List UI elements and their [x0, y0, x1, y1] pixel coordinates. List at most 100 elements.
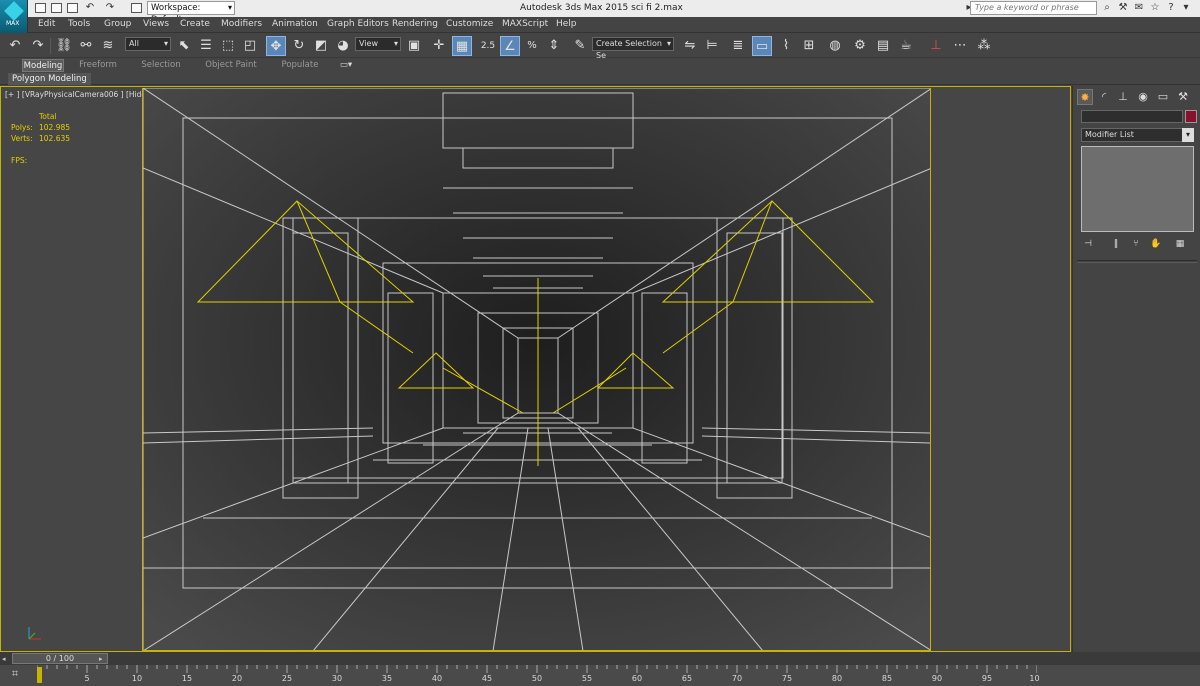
modify-tab-icon[interactable]: ◜: [1096, 89, 1112, 105]
vray-toolbar-icon[interactable]: ⊥: [926, 36, 946, 56]
material-editor-icon[interactable]: ◍: [825, 36, 845, 56]
pin-stack-icon[interactable]: ⊣: [1081, 238, 1095, 250]
menu-create[interactable]: Create: [180, 19, 210, 29]
stats-fps-label: FPS:: [11, 156, 28, 165]
angle-snap-icon[interactable]: ∠: [500, 36, 520, 56]
rendered-frame-window-icon[interactable]: ▤: [873, 36, 893, 56]
utilities-tab-icon[interactable]: ⚒: [1175, 89, 1191, 105]
help-question-icon[interactable]: ?: [1165, 2, 1177, 14]
timeline-tick-label: 55: [581, 674, 593, 683]
vray-lights-icon[interactable]: ⁂: [974, 36, 994, 56]
tab-freeform[interactable]: Freeform: [74, 59, 122, 72]
render-safe-frame: [142, 88, 931, 651]
menu-edit[interactable]: Edit: [38, 19, 55, 29]
select-and-link-icon[interactable]: ⛓: [54, 36, 74, 56]
object-name-field[interactable]: [1081, 110, 1183, 123]
mini-curve-editor-icon[interactable]: ⌗: [8, 667, 22, 681]
named-selection-sets-dropdown[interactable]: Create Selection Se: [592, 37, 674, 60]
select-and-rotate-icon[interactable]: ↻: [289, 36, 309, 56]
unlink-selection-icon[interactable]: ⚯: [76, 36, 96, 56]
workspace-dropdown[interactable]: Workspace: Default: [147, 1, 235, 25]
show-end-result-icon[interactable]: ‖: [1109, 238, 1123, 250]
menu-rendering[interactable]: Rendering: [392, 19, 438, 29]
snaps-toggle-icon[interactable]: 2.5: [478, 36, 498, 56]
redo-icon[interactable]: ↷: [104, 2, 116, 14]
select-manipulate-icon[interactable]: ✛: [429, 36, 449, 56]
polygon-modeling-panel[interactable]: Polygon Modeling: [8, 73, 91, 85]
render-production-icon[interactable]: ☕: [896, 36, 916, 56]
menu-modifiers[interactable]: Modifiers: [221, 19, 262, 29]
menu-tools[interactable]: Tools: [68, 19, 90, 29]
hierarchy-tab-icon[interactable]: ⊥: [1115, 89, 1131, 105]
create-tab-icon[interactable]: ✸: [1077, 89, 1093, 105]
object-color-swatch[interactable]: [1185, 110, 1197, 123]
communication-center-icon[interactable]: ✉: [1133, 2, 1145, 14]
track-bar[interactable]: ⌗ 5 10 15 20 25 30 35 40 45 50 55 60 65 70 75 80 85 90 95 1…: [0, 665, 1200, 686]
timeline-tick-label: 25: [281, 674, 293, 683]
select-by-name-icon[interactable]: ☰: [196, 36, 216, 56]
display-tab-icon[interactable]: ▭: [1155, 89, 1171, 105]
layer-manager-icon[interactable]: ≣: [728, 36, 748, 56]
mirror-icon[interactable]: ⇋: [680, 36, 700, 56]
tab-selection[interactable]: Selection: [136, 59, 186, 72]
app-logo-button[interactable]: MAX: [0, 0, 28, 33]
modifier-list-dropdown[interactable]: Modifier List: [1081, 128, 1194, 142]
make-unique-icon[interactable]: ⑂: [1129, 238, 1143, 250]
binoculars-icon[interactable]: ⌕: [1101, 2, 1113, 14]
previous-frame-icon[interactable]: ◂: [2, 654, 12, 664]
camera-viewport[interactable]: [+ ] [VRayPhysicalCamera006 ] [Hidden Li…: [0, 86, 1071, 652]
schematic-view-icon[interactable]: ⊞: [799, 36, 819, 56]
graphite-modeling-tools-icon[interactable]: ▭: [752, 36, 772, 56]
new-file-icon[interactable]: [35, 3, 46, 13]
align-icon[interactable]: ⊨: [702, 36, 722, 56]
window-crossing-icon[interactable]: ◰: [240, 36, 260, 56]
menu-help[interactable]: Help: [556, 19, 577, 29]
undo-icon[interactable]: ↶: [5, 36, 25, 56]
menu-maxscript[interactable]: MAXScript: [502, 19, 548, 29]
search-input[interactable]: Type a keyword or phrase: [970, 1, 1097, 15]
time-slider-handle[interactable]: 0 / 100: [12, 653, 108, 664]
tab-modeling[interactable]: Modeling: [22, 59, 64, 72]
save-file-icon[interactable]: [67, 3, 78, 13]
pivot-center-icon[interactable]: ▣: [404, 36, 424, 56]
tab-populate[interactable]: Populate: [276, 59, 324, 72]
spinner-snap-icon[interactable]: ⇕: [544, 36, 564, 56]
menu-animation[interactable]: Animation: [272, 19, 318, 29]
project-folder-icon[interactable]: [131, 3, 142, 13]
remove-modifier-icon[interactable]: ✋: [1149, 238, 1163, 250]
help-dropdown-icon[interactable]: ▾: [1180, 2, 1192, 14]
tab-object-paint[interactable]: Object Paint: [200, 59, 262, 72]
favorites-star-icon[interactable]: ☆: [1149, 2, 1161, 14]
title-bar: MAX ↶ ↷ Workspace: Default Autodesk 3ds …: [0, 0, 1200, 33]
configure-modifier-sets-icon[interactable]: ▦: [1173, 238, 1187, 250]
curve-editor-icon[interactable]: ⌇: [776, 36, 796, 56]
timeline-tick-label: 30: [331, 674, 343, 683]
timeline-tick-label: 90: [931, 674, 943, 683]
keyboard-shortcut-override-icon[interactable]: ▦: [452, 36, 472, 56]
undo-icon[interactable]: ↶: [84, 2, 96, 14]
next-frame-icon[interactable]: ▸: [99, 654, 109, 664]
chevron-down-icon[interactable]: ▾: [1182, 128, 1194, 142]
reference-coordinate-dropdown[interactable]: View: [355, 37, 401, 51]
select-and-place-icon[interactable]: ◕: [333, 36, 353, 56]
tools-icon[interactable]: ⚒: [1117, 2, 1129, 14]
redo-icon[interactable]: ↷: [28, 36, 48, 56]
select-and-move-icon[interactable]: ✥: [266, 36, 286, 56]
motion-tab-icon[interactable]: ◉: [1135, 89, 1151, 105]
edit-named-selection-icon[interactable]: ✎: [570, 36, 590, 56]
ribbon-options-icon[interactable]: ▭▾: [336, 59, 356, 72]
rectangular-selection-icon[interactable]: ⬚: [218, 36, 238, 56]
select-and-scale-icon[interactable]: ◩: [311, 36, 331, 56]
bind-to-space-warp-icon[interactable]: ≋: [98, 36, 118, 56]
selection-filter-dropdown[interactable]: All: [125, 37, 171, 51]
percent-snap-icon[interactable]: %: [522, 36, 542, 56]
menu-customize[interactable]: Customize: [446, 19, 493, 29]
menu-views[interactable]: Views: [143, 19, 169, 29]
menu-graph-editors[interactable]: Graph Editors: [327, 19, 389, 29]
render-setup-icon[interactable]: ⚙: [850, 36, 870, 56]
open-file-icon[interactable]: [51, 3, 62, 13]
modifier-stack[interactable]: [1081, 146, 1194, 232]
vray-frame-buffer-icon[interactable]: ⋯: [950, 36, 970, 56]
menu-group[interactable]: Group: [104, 19, 131, 29]
select-object-icon[interactable]: ⬉: [174, 36, 194, 56]
